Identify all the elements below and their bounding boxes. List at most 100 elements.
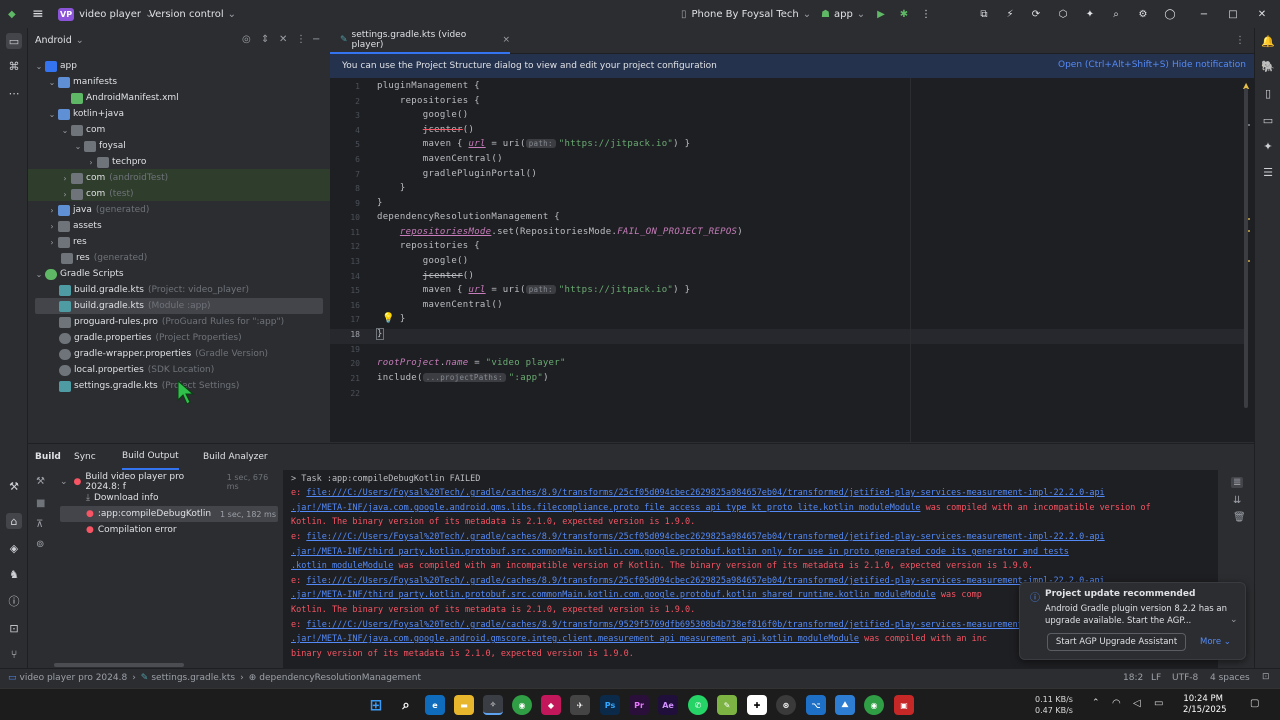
settings-gear-icon[interactable]: ⚙ <box>1135 0 1151 28</box>
device-explorer-icon[interactable]: ☰ <box>1260 164 1276 180</box>
wifi-icon[interactable]: ◠ <box>1112 698 1121 709</box>
tree-item-gradle-scripts[interactable]: ⌄ Gradle Scripts <box>34 266 124 282</box>
apply-changes-icon[interactable]: ⚡ <box>1002 0 1018 28</box>
taskbar-search-icon[interactable]: ⌕ <box>396 695 416 715</box>
account-icon[interactable]: ◯ <box>1162 0 1178 28</box>
tree-item-techpro[interactable]: › techpro <box>86 154 146 170</box>
pin-icon[interactable]: ⊼ <box>36 519 43 530</box>
notification-center-icon[interactable]: ▢ <box>1250 698 1259 709</box>
file-explorer-icon[interactable]: ▬ <box>454 695 474 715</box>
clear-all-icon[interactable]: 🗑 <box>1233 512 1246 523</box>
project-folder-icon[interactable]: ▭ <box>6 33 22 49</box>
device-manager-icon[interactable]: ⧉ <box>976 0 992 28</box>
resource-manager-icon[interactable]: ⌘ <box>6 58 22 74</box>
scroll-to-end-icon[interactable]: ⇊ <box>1233 495 1241 506</box>
stop-icon[interactable]: ■ <box>36 498 45 509</box>
tree-item-kotlin-java[interactable]: ⌄ kotlin+java <box>47 106 124 122</box>
device-manager-side-icon[interactable]: ▯ <box>1260 85 1276 101</box>
gradle-icon[interactable]: 🐘 <box>1260 58 1276 74</box>
run-icon[interactable]: ▶ <box>873 0 889 28</box>
tree-item-com-test[interactable]: › com (test) <box>60 186 134 202</box>
build-tree-compilation-error[interactable]: ● Compilation error <box>86 522 177 538</box>
photoshop-icon[interactable]: Ps <box>600 695 620 715</box>
soft-wrap-icon[interactable]: ≣ <box>1231 477 1244 488</box>
tab-build-output[interactable]: Build Output <box>122 444 179 470</box>
editor-scrollbar[interactable] <box>1244 88 1248 408</box>
hide-notification-link[interactable]: Hide notification <box>1172 60 1246 70</box>
breadcrumb-project[interactable]: video player pro 2024.8 <box>20 673 128 683</box>
build-tree-download-info[interactable]: ⤓ Download info <box>86 490 158 506</box>
tray-chevron-icon[interactable]: ⌃ <box>1092 698 1100 708</box>
tree-scrollbar[interactable] <box>54 663 184 667</box>
android-studio-taskbar-icon[interactable]: ✧ <box>483 695 503 715</box>
gemini-side-icon[interactable]: ✦ <box>1260 138 1276 154</box>
tree-item-res[interactable]: › res <box>47 234 87 250</box>
app-quality-icon[interactable]: ◈ <box>6 540 22 556</box>
sync-gradle-icon[interactable]: ⟳ <box>1028 0 1044 28</box>
debug-icon[interactable]: ✱ <box>896 0 912 28</box>
close-tab-icon[interactable]: × <box>502 35 510 45</box>
locate-icon[interactable]: ◎ <box>242 34 251 45</box>
tree-item-build-gradle-project[interactable]: build.gradle.kts (Project: video_player) <box>58 282 249 298</box>
tree-item-settings-gradle[interactable]: settings.gradle.kts (Project Settings) <box>58 378 239 394</box>
indent-setting[interactable]: 4 spaces <box>1210 673 1250 683</box>
maximize-icon[interactable]: □ <box>1225 0 1241 28</box>
minimize-icon[interactable]: − <box>1196 0 1212 28</box>
windows-start-icon[interactable]: ⊞ <box>366 695 386 715</box>
caret-position[interactable]: 18:2 <box>1123 673 1143 683</box>
rebuild-icon[interactable]: ⚒ <box>36 476 45 487</box>
whatsapp-icon[interactable]: ✆ <box>688 695 708 715</box>
build-window-icon[interactable]: ⌂ <box>6 513 22 529</box>
expand-chevron-icon[interactable]: ⌄ <box>1230 615 1238 625</box>
battery-icon[interactable]: ▭ <box>1154 698 1163 709</box>
premiere-icon[interactable]: Pr <box>629 695 649 715</box>
app-icon[interactable]: ⛰ <box>835 695 855 715</box>
tree-item-foysal[interactable]: ⌄ foysal <box>73 138 126 154</box>
tree-item-local-properties[interactable]: local.properties (SDK Location) <box>58 362 214 378</box>
expand-all-icon[interactable]: ⇕ <box>261 34 269 45</box>
clock[interactable]: 10:24 PM 2/15/2025 <box>1183 694 1227 716</box>
git-icon[interactable]: ⑂ <box>6 646 22 662</box>
more-tools-icon[interactable]: ⋯ <box>6 85 22 101</box>
tree-item-com[interactable]: ⌄ com <box>60 122 105 138</box>
version-control-menu[interactable]: Version control ⌄ <box>149 0 236 28</box>
tree-item-android-manifest[interactable]: AndroidManifest.xml <box>70 90 179 106</box>
app-icon[interactable]: ✚ <box>747 695 767 715</box>
tree-item-build-gradle-module[interactable]: build.gradle.kts (Module :app) <box>58 298 211 314</box>
notifications-icon[interactable]: 🔔 <box>1260 33 1276 49</box>
close-window-icon[interactable]: ✕ <box>1254 0 1270 28</box>
app-icon[interactable]: ✎ <box>717 695 737 715</box>
tree-item-com-androidtest[interactable]: › com (androidTest) <box>60 170 168 186</box>
project-view-selector[interactable]: Android ⌄ <box>35 35 84 46</box>
filter-icon[interactable]: ⊚ <box>36 539 44 550</box>
after-effects-icon[interactable]: Ae <box>658 695 678 715</box>
tab-settings-gradle[interactable]: ✎ settings.gradle.kts (video player) × <box>330 28 510 54</box>
start-agp-upgrade-button[interactable]: Start AGP Upgrade Assistant <box>1047 633 1186 651</box>
open-project-structure-link[interactable]: Open (Ctrl+Alt+Shift+S) <box>1058 60 1169 70</box>
build-tree-root[interactable]: ⌄ ● Build video player pro 2024.8: f1 sec,… <box>60 472 280 492</box>
file-encoding[interactable]: UTF-8 <box>1172 673 1198 683</box>
build-tree-compile-task[interactable]: ●:app:compileDebugKotlin 1 sec, 182 ms <box>86 506 278 522</box>
app-icon[interactable]: ⊛ <box>776 695 796 715</box>
app-icon[interactable]: ▣ <box>894 695 914 715</box>
tree-item-manifests[interactable]: ⌄ manifests <box>47 74 117 90</box>
tree-item-gradle-wrapper[interactable]: gradle-wrapper.properties (Gradle Version… <box>58 346 268 362</box>
main-menu-icon[interactable]: ≡ <box>32 0 44 28</box>
problems-icon[interactable]: ⓘ <box>6 593 22 609</box>
tab-build-analyzer[interactable]: Build Analyzer <box>203 444 268 470</box>
lightbulb-icon[interactable]: 💡 <box>382 313 394 324</box>
chrome-icon[interactable]: ◉ <box>512 695 532 715</box>
sdk-manager-icon[interactable]: ⬡ <box>1055 0 1071 28</box>
breadcrumb-file[interactable]: settings.gradle.kts <box>151 673 235 683</box>
tree-item-res-generated[interactable]: res (generated) <box>60 250 147 266</box>
logcat-icon[interactable]: ♞ <box>6 566 22 582</box>
project-switcher[interactable]: VP video player ⌄ <box>58 0 153 28</box>
edge-icon[interactable]: e <box>425 695 445 715</box>
vscode-icon[interactable]: ⌥ <box>806 695 826 715</box>
breadcrumb-symbol[interactable]: dependencyResolutionManagement <box>259 673 421 683</box>
tree-item-app[interactable]: ⌄ app <box>34 58 77 74</box>
tree-item-assets[interactable]: › assets <box>47 218 102 234</box>
app-icon[interactable]: ◆ <box>541 695 561 715</box>
hide-panel-icon[interactable]: − <box>312 34 320 45</box>
tree-item-proguard-rules[interactable]: proguard-rules.pro (ProGuard Rules for ":… <box>58 314 284 330</box>
